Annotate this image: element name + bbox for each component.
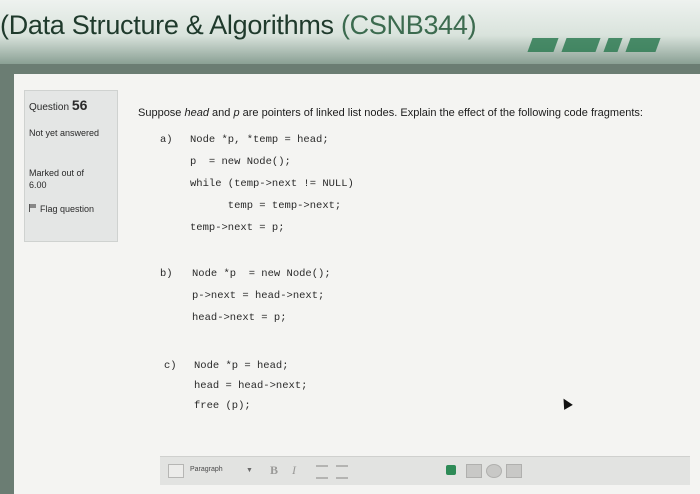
numbered-list-icon[interactable] — [336, 465, 348, 479]
code-line: free (p); — [194, 400, 251, 412]
image-icon[interactable] — [466, 464, 482, 478]
course-title-text: (Data Structure & Algorithms — [0, 10, 341, 40]
question-text: Suppose head and p are pointers of linke… — [138, 107, 643, 119]
link-icon[interactable] — [446, 465, 456, 475]
file-icon[interactable] — [506, 464, 522, 478]
code-line: p = new Node(); — [190, 156, 291, 168]
question-number: 56 — [71, 97, 88, 113]
code-line: Node *p = new Node(); — [192, 268, 331, 280]
course-title: (Data Structure & Algorithms (CSNB344) — [0, 10, 477, 41]
banner-decoration — [520, 38, 680, 54]
course-banner: (Data Structure & Algorithms (CSNB344) — [0, 0, 700, 64]
quiz-page: Question 56 Not yet answered Marked out … — [14, 74, 700, 494]
code-line: head->next = p; — [192, 312, 287, 324]
answer-status: Not yet answered — [29, 128, 100, 138]
course-code: (CSNB344) — [340, 10, 477, 40]
code-line: temp->next = p; — [190, 222, 285, 234]
dropdown-caret-icon[interactable]: ▼ — [246, 467, 253, 474]
italic-button[interactable]: I — [292, 463, 296, 478]
editor-menu-icon[interactable] — [168, 464, 184, 478]
bold-button[interactable]: B — [270, 463, 278, 478]
code-line: p->next = head->next; — [192, 290, 325, 302]
media-icon[interactable] — [486, 464, 502, 478]
bullet-list-icon[interactable] — [316, 465, 328, 479]
marks-info: Marked out of 6.00 — [29, 168, 85, 190]
flag-icon — [29, 204, 38, 212]
flag-label: Flag question — [40, 204, 95, 214]
flag-question-button[interactable]: Flag question — [29, 203, 94, 215]
answer-editor-toolbar: Paragraph ▼ B I — [160, 456, 690, 485]
question-heading: Question 56 — [29, 97, 88, 113]
code-fragments: a) Node *p, *temp = head; p = new Node()… — [144, 132, 694, 444]
code-line: Node *p, *temp = head; — [190, 134, 329, 146]
code-line: head = head->next; — [194, 380, 308, 392]
question-info-panel: Question 56 Not yet answered Marked out … — [24, 90, 118, 242]
code-line: temp = temp->next; — [190, 200, 342, 212]
code-line: while (temp->next != NULL) — [190, 178, 354, 190]
fragment-c-label: c) — [164, 360, 177, 372]
paragraph-format-select[interactable]: Paragraph — [190, 466, 223, 473]
marks-value: 6.00 — [29, 180, 47, 190]
fragment-b-label: b) — [160, 268, 173, 280]
fragment-a-label: a) — [160, 134, 173, 146]
code-line: Node *p = head; — [194, 360, 289, 372]
